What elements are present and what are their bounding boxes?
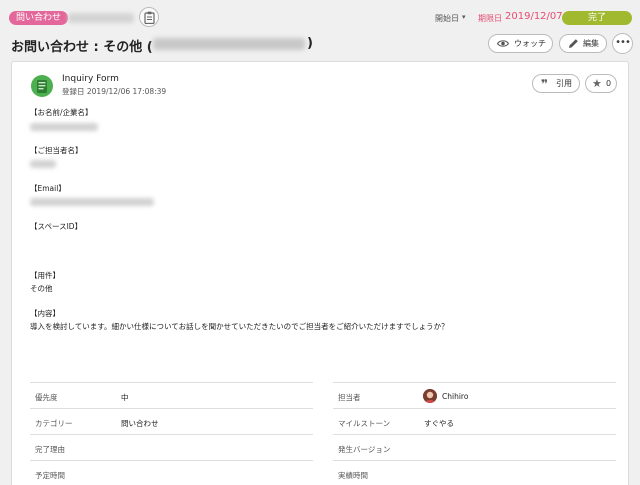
issue-topbar: 問い合わせ 開始日 ▾ 期限日 2019/12/07 完了 [0, 0, 640, 34]
chevron-down-icon: ▾ [462, 13, 466, 21]
property-value[interactable]: 中 [121, 392, 129, 403]
edit-label: 編集 [583, 39, 599, 48]
issue-key-redacted [68, 13, 134, 23]
property-key: 完了理由 [35, 445, 65, 454]
property-key: 担当者 [338, 393, 361, 402]
property-row-version: 発生バージョン [333, 434, 616, 460]
star-count: 0 [606, 79, 612, 88]
property-row-priority: 優先度 中 [30, 382, 313, 408]
property-row-assignee: 担当者 Chihiro [333, 382, 616, 408]
property-row-estimated-hours: 予定時間 [30, 460, 313, 485]
edit-button[interactable]: 編集 [559, 34, 607, 53]
property-row-milestone: マイルストーン すぐやる [333, 408, 616, 434]
property-key: マイルストーン [338, 419, 391, 428]
clipboard-icon [144, 11, 155, 24]
watch-button[interactable]: ウォッチ [488, 34, 553, 53]
quote-button[interactable]: ❞ 引用 [532, 74, 580, 93]
issue-description-card: Inquiry Form 登録日 2019/12/06 17:08:39 ❞ 引… [11, 61, 629, 485]
property-key: 優先度 [35, 393, 58, 402]
due-date-value: 2019/12/07 [505, 11, 563, 22]
property-row-actual-hours: 実績時間 [333, 460, 616, 485]
due-date-label: 期限日 [478, 14, 502, 23]
property-key: 実績時間 [338, 471, 368, 480]
name-heading: 【お名前/企業名】 [30, 108, 93, 117]
quote-icon: ❞ [541, 77, 549, 91]
property-value[interactable]: Chihiro [442, 392, 468, 401]
space-heading: 【スペースID】 [30, 222, 83, 231]
page-title: お問い合わせ : その他 ( [11, 40, 153, 55]
subject-value: その他 [30, 284, 53, 293]
property-value[interactable]: 問い合わせ [121, 418, 159, 429]
start-date-label[interactable]: 開始日 [435, 13, 459, 24]
star-icon: ★ [592, 77, 602, 90]
person-redacted [30, 160, 56, 168]
property-row-resolution: 完了理由 [30, 434, 313, 460]
eye-icon [497, 40, 509, 47]
content-value: 導入を検討しています。細かい仕様についてお話しを聞かせていただきたいのでご担当者… [30, 322, 449, 331]
category-tag[interactable]: 問い合わせ [9, 11, 69, 25]
property-key: カテゴリー [35, 419, 73, 428]
status-badge[interactable]: 完了 [562, 11, 632, 25]
more-options-button[interactable]: ••• [612, 33, 633, 54]
subject-heading: 【用件】 [30, 271, 60, 280]
property-row-category: カテゴリー 問い合わせ [30, 408, 313, 434]
pencil-icon [569, 39, 578, 48]
quote-label: 引用 [556, 79, 572, 88]
name-redacted [30, 123, 98, 131]
page-title-close: ) [307, 36, 313, 51]
email-heading: 【Email】 [30, 184, 66, 193]
person-heading: 【ご担当者名】 [30, 146, 83, 155]
author-name[interactable]: Inquiry Form [62, 74, 119, 84]
property-key: 発生バージョン [338, 445, 391, 454]
property-key: 予定時間 [35, 471, 65, 480]
registered-date: 登録日 2019/12/06 17:08:39 [62, 87, 167, 96]
copy-key-button[interactable] [139, 7, 159, 27]
property-value[interactable]: すぐやる [424, 418, 454, 429]
email-redacted [30, 198, 154, 206]
content-heading: 【内容】 [30, 309, 60, 318]
watch-label: ウォッチ [514, 39, 546, 48]
form-avatar [31, 75, 53, 97]
star-button[interactable]: ★ 0 [585, 74, 617, 93]
title-redacted [153, 38, 305, 50]
avatar [423, 389, 437, 403]
